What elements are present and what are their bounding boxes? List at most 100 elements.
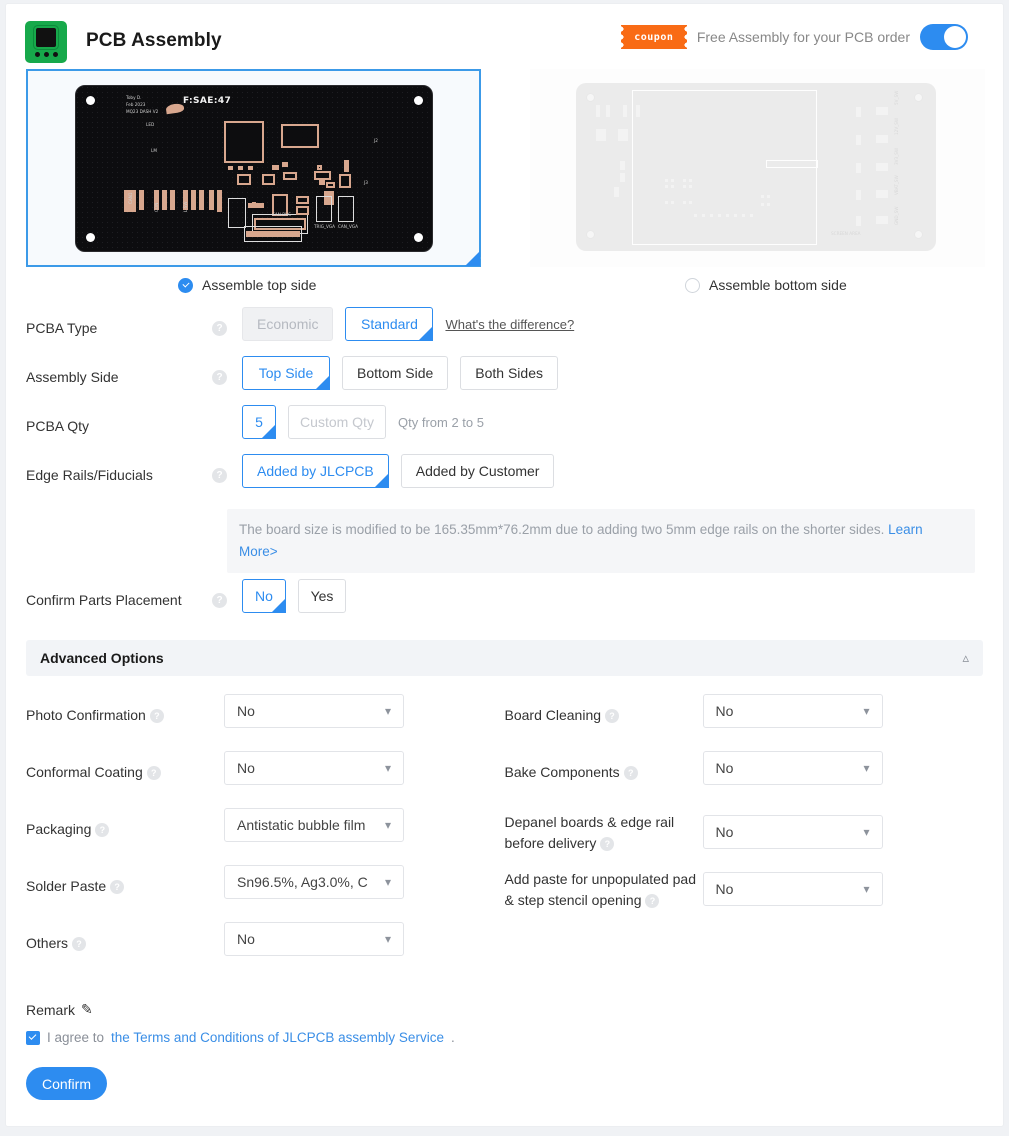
help-icon-depanel-boards[interactable]: ? [600,837,614,851]
terms-and-conditions-link[interactable]: the Terms and Conditions of JLCPCB assem… [111,1030,444,1045]
select-bake-components[interactable]: No ▾ [703,751,883,785]
option-label: Added by Customer [416,463,540,479]
edge-rails-notice: The board size is modified to be 165.35m… [227,509,975,573]
chevron-down-icon: ▾ [385,932,391,946]
chevron-down-icon: ▾ [385,761,391,775]
selected-check-icon [271,598,286,613]
advanced-right-column: Board Cleaning? No ▾ Bake Components? No… [505,694,984,979]
pcb-preview-row: Toby D. Feb 2023 MQ23 DASH V2 F:SAE:47 [6,69,1003,269]
label-pcba-qty: PCBA Qty [26,405,212,434]
help-icon-others[interactable]: ? [72,937,86,951]
link-whats-the-difference[interactable]: What's the difference? [445,307,574,332]
option-confirm-parts-no[interactable]: No [242,579,286,613]
row-pcba-type: PCBA Type ? Economic Standard What's the… [26,307,983,356]
option-edge-rails-jlcpcb[interactable]: Added by JLCPCB [242,454,389,488]
chevron-down-icon: ▾ [385,704,391,718]
select-photo-confirmation[interactable]: No ▾ [224,694,404,728]
agreement-row: I agree to the Terms and Conditions of J… [6,1018,1003,1045]
select-value: No [237,931,255,947]
help-icon-confirm-parts[interactable]: ? [212,593,227,608]
help-icon-pcba-type[interactable]: ? [212,321,227,336]
assemble-side-radio-group: Assemble top side Assemble bottom side [6,269,1003,307]
selected-check-icon [418,326,433,341]
adv-row-packaging: Packaging? Antistatic bubble film ▾ [26,808,505,865]
chevron-down-icon: ▾ [385,875,391,889]
qty-hint: Qty from 2 to 5 [398,405,484,430]
select-value: No [716,703,734,719]
pcb-chip-icon [25,21,67,63]
row-edge-rails: Edge Rails/Fiducials ? Added by JLCPCB A… [26,454,983,503]
select-add-paste[interactable]: No ▾ [703,872,883,906]
free-assembly-toggle[interactable] [920,24,968,50]
remark-label: Remark [26,1002,75,1018]
pcb-board-top-render: Toby D. Feb 2023 MQ23 DASH V2 F:SAE:47 [75,85,433,252]
help-icon-packaging[interactable]: ? [95,823,109,837]
chevron-down-icon: ▾ [863,761,869,775]
pcb-preview-top[interactable]: Toby D. Feb 2023 MQ23 DASH V2 F:SAE:47 [26,69,481,267]
option-label: Economic [257,316,318,332]
label-depanel-boards: Depanel boards & edge rail before delive… [505,808,703,854]
select-packaging[interactable]: Antistatic bubble film ▾ [224,808,404,842]
page-header: PCB Assembly coupon Free Assembly for yo… [6,4,1003,64]
option-assembly-side-both[interactable]: Both Sides [460,356,558,390]
option-label: Yes [311,588,334,604]
pcb-assembly-card: PCB Assembly coupon Free Assembly for yo… [5,3,1004,1127]
option-assembly-side-bottom[interactable]: Bottom Side [342,356,448,390]
option-qty-5[interactable]: 5 [242,405,276,439]
radio-assemble-top-side[interactable]: Assemble top side [178,277,316,293]
select-solder-paste[interactable]: Sn96.5%, Ag3.0%, C ▾ [224,865,404,899]
label-packaging: Packaging? [26,808,224,840]
label-add-paste: Add paste for unpopulated pad & step ste… [505,865,703,911]
option-label: Bottom Side [357,365,433,381]
radio-assemble-bottom-side[interactable]: Assemble bottom side [685,277,847,293]
coupon-promo: coupon Free Assembly for your PCB order [621,24,968,50]
adv-row-solder-paste: Solder Paste? Sn96.5%, Ag3.0%, C ▾ [26,865,505,922]
option-pcba-type-economic[interactable]: Economic [242,307,333,341]
help-icon-conformal-coating[interactable]: ? [147,766,161,780]
remark-section: Remark ✎ [6,979,1003,1018]
confirm-button[interactable]: Confirm [26,1067,107,1100]
selected-check-icon [261,424,276,439]
label-board-cleaning: Board Cleaning? [505,694,703,726]
pcb-preview-bottom[interactable]: SCREEN AREA [530,69,985,267]
advanced-options-header[interactable]: Advanced Options ▵ [26,640,983,676]
option-label: Added by JLCPCB [257,463,374,479]
agree-prefix-label: I agree to [47,1030,104,1045]
help-icon-assembly-side[interactable]: ? [212,370,227,385]
select-conformal-coating[interactable]: No ▾ [224,751,404,785]
selected-check-icon [374,473,389,488]
agree-suffix-label: . [451,1030,455,1045]
help-icon-solder-paste[interactable]: ? [110,880,124,894]
help-icon-edge-rails[interactable]: ? [212,468,227,483]
agree-checkbox[interactable] [26,1031,40,1045]
option-label: Both Sides [475,365,543,381]
pencil-icon[interactable]: ✎ [81,1001,93,1018]
label-edge-rails: Edge Rails/Fiducials [26,454,212,483]
help-icon-add-paste[interactable]: ? [645,894,659,908]
chevron-down-icon: ▾ [863,704,869,718]
custom-qty-input[interactable]: Custom Qty [288,405,386,439]
select-value: No [716,881,734,897]
coupon-icon: coupon [621,25,687,49]
select-others[interactable]: No ▾ [224,922,404,956]
help-icon-photo-confirmation[interactable]: ? [150,709,164,723]
help-icon-board-cleaning[interactable]: ? [605,709,619,723]
preview-top-selected-check [465,251,480,266]
label-conformal-coating: Conformal Coating? [26,751,224,783]
select-board-cleaning[interactable]: No ▾ [703,694,883,728]
adv-row-board-cleaning: Board Cleaning? No ▾ [505,694,984,751]
radio-top-label: Assemble top side [202,277,316,293]
select-depanel-boards[interactable]: No ▾ [703,815,883,849]
adv-row-depanel-boards: Depanel boards & edge rail before delive… [505,808,984,865]
option-label: Top Side [259,365,313,381]
label-others: Others? [26,922,224,954]
chevron-down-icon: ▾ [385,818,391,832]
radio-bottom-indicator [685,278,700,293]
notice-text: The board size is modified to be 165.35m… [239,522,884,537]
option-edge-rails-customer[interactable]: Added by Customer [401,454,555,488]
option-pcba-type-standard[interactable]: Standard [345,307,433,341]
help-icon-bake-components[interactable]: ? [624,766,638,780]
option-assembly-side-top[interactable]: Top Side [242,356,330,390]
chevron-up-icon[interactable]: ▵ [962,650,969,666]
option-confirm-parts-yes[interactable]: Yes [298,579,346,613]
